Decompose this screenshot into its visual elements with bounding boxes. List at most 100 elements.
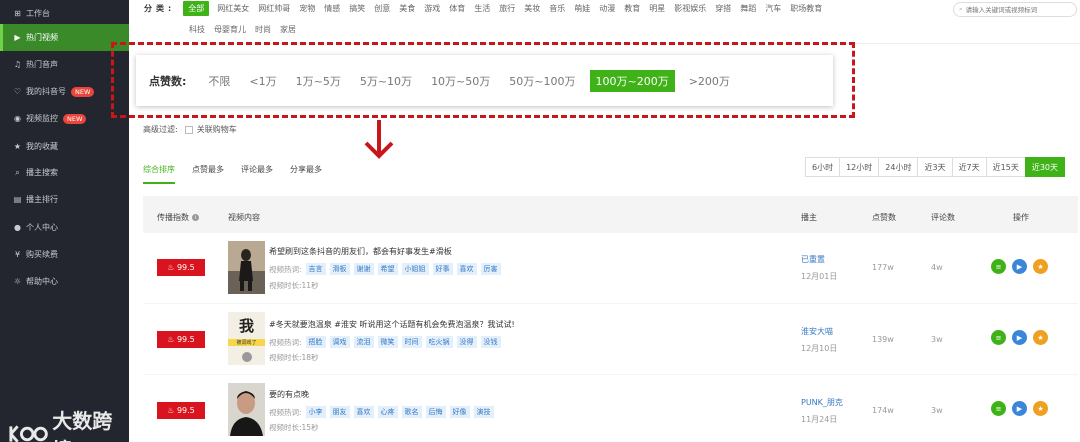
category-item[interactable]: 美食 bbox=[399, 3, 415, 14]
time-range-tab[interactable]: 24小时 bbox=[878, 157, 919, 177]
table-row[interactable]: ♨ 99.5 我 被调戏了 #冬天就要泡温泉 #淮安 听说用这个话题有机会免费泡… bbox=[143, 304, 1078, 374]
hot-word-tag[interactable]: 吉言 bbox=[305, 263, 326, 275]
sidebar-item-favorites[interactable]: ★ 我的收藏 bbox=[0, 133, 129, 160]
hot-word-tag[interactable]: 歌名 bbox=[401, 406, 422, 418]
category-item[interactable]: 全部 bbox=[183, 0, 210, 16]
video-thumbnail[interactable] bbox=[228, 241, 265, 294]
likes-option[interactable]: 不限 bbox=[208, 73, 230, 89]
sidebar-item-my-account[interactable]: ♡ 我的抖音号 NEW bbox=[0, 78, 129, 105]
category-item[interactable]: 体育 bbox=[449, 3, 465, 14]
category-item[interactable]: 旅行 bbox=[499, 3, 515, 14]
category-item[interactable]: 母婴育儿 bbox=[214, 24, 246, 35]
likes-option[interactable]: 5万~10万 bbox=[360, 73, 412, 89]
video-title[interactable]: #冬天就要泡温泉 #淮安 听说用这个话题有机会免费泡温泉？我试试! bbox=[269, 319, 515, 330]
favorite-icon[interactable]: ★ bbox=[1033, 330, 1048, 345]
time-range-tab[interactable]: 近3天 bbox=[917, 157, 953, 177]
hot-word-tag[interactable]: 喜欢 bbox=[353, 406, 374, 418]
hot-word-tag[interactable]: 调戏 bbox=[329, 336, 350, 348]
hot-word-tag[interactable]: 吃火锅 bbox=[425, 336, 453, 348]
hot-word-tag[interactable]: 演技 bbox=[473, 406, 494, 418]
hot-word-tag[interactable]: 谢谢 bbox=[353, 263, 374, 275]
category-item[interactable]: 生活 bbox=[474, 3, 490, 14]
video-title[interactable]: 要的有点晚 bbox=[269, 389, 309, 400]
favorite-icon[interactable]: ★ bbox=[1033, 259, 1048, 274]
likes-option[interactable]: >200万 bbox=[689, 73, 730, 89]
hot-word-tag[interactable]: 微笑 bbox=[377, 336, 398, 348]
category-item[interactable]: 影视娱乐 bbox=[674, 3, 706, 14]
category-item[interactable]: 美妆 bbox=[524, 3, 540, 14]
category-item[interactable]: 职场教育 bbox=[790, 3, 822, 14]
sort-tab[interactable]: 评论最多 bbox=[241, 164, 273, 184]
time-range-tab[interactable]: 近7天 bbox=[951, 157, 987, 177]
sidebar-item-purchase[interactable]: ¥ 购买续费 bbox=[0, 241, 129, 268]
category-item[interactable]: 音乐 bbox=[549, 3, 565, 14]
sort-tab[interactable]: 分享最多 bbox=[290, 164, 322, 184]
time-range-tab[interactable]: 12小时 bbox=[839, 157, 880, 177]
time-range-tab[interactable]: 6小时 bbox=[805, 157, 841, 177]
hot-word-tag[interactable]: 捂脸 bbox=[305, 336, 326, 348]
category-item[interactable]: 教育 bbox=[624, 3, 640, 14]
hot-word-tag[interactable]: 小姐姐 bbox=[401, 263, 429, 275]
video-thumbnail[interactable] bbox=[228, 383, 265, 436]
play-icon[interactable]: ▶ bbox=[1012, 259, 1027, 274]
sidebar-item-help[interactable]: ☼ 帮助中心 bbox=[0, 268, 129, 295]
category-item[interactable]: 创意 bbox=[374, 3, 390, 14]
category-item[interactable]: 宠物 bbox=[299, 3, 315, 14]
hot-word-tag[interactable]: 没钱 bbox=[480, 336, 501, 348]
hot-word-tag[interactable]: 心疼 bbox=[377, 406, 398, 418]
hot-word-tag[interactable]: 滑板 bbox=[329, 263, 350, 275]
category-item[interactable]: 明星 bbox=[649, 3, 665, 14]
category-item[interactable]: 穿搭 bbox=[715, 3, 731, 14]
sidebar-item-monitor[interactable]: ◉ 视频监控 NEW bbox=[0, 105, 129, 132]
author-link[interactable]: 已重置 bbox=[801, 254, 825, 265]
likes-option[interactable]: 50万~100万 bbox=[509, 73, 575, 89]
time-range-tab[interactable]: 近15天 bbox=[985, 157, 1026, 177]
hot-word-tag[interactable]: 好事 bbox=[432, 263, 453, 275]
info-icon[interactable]: i bbox=[192, 214, 199, 221]
play-icon[interactable]: ▶ bbox=[1012, 330, 1027, 345]
likes-option[interactable]: <1万 bbox=[249, 73, 276, 89]
hot-word-tag[interactable]: 朋友 bbox=[329, 406, 350, 418]
video-title[interactable]: 希望刷到这条抖音的朋友们，都会有好事发生#滑板 bbox=[269, 246, 452, 257]
category-item[interactable]: 科技 bbox=[189, 24, 205, 35]
category-item[interactable]: 汽车 bbox=[765, 3, 781, 14]
sidebar-item-profile[interactable]: ● 个人中心 bbox=[0, 214, 129, 241]
detail-icon[interactable]: ≡ bbox=[991, 401, 1006, 416]
table-row[interactable]: ♨ 99.5 要的有点晚 视频热词: 小李 朋友 喜欢 心疼 歌名 后悔 好像 演技 视频时长:… bbox=[143, 375, 1078, 442]
category-item[interactable]: 情感 bbox=[324, 3, 340, 14]
hot-word-tag[interactable]: 希望 bbox=[377, 263, 398, 275]
author-link[interactable]: 淮安大喵 bbox=[801, 326, 833, 337]
search-input[interactable] bbox=[965, 5, 1071, 14]
hot-word-tag[interactable]: 流泪 bbox=[353, 336, 374, 348]
sidebar-item-hot-videos[interactable]: ▶ 热门视频 bbox=[0, 24, 129, 51]
sidebar-item-author-search[interactable]: ⌕ 播主搜索 bbox=[0, 159, 129, 186]
hot-word-tag[interactable]: 时间 bbox=[401, 336, 422, 348]
category-item[interactable]: 搞笑 bbox=[349, 3, 365, 14]
sort-tab[interactable]: 综合排序 bbox=[143, 164, 175, 184]
play-icon[interactable]: ▶ bbox=[1012, 401, 1027, 416]
favorite-icon[interactable]: ★ bbox=[1033, 401, 1048, 416]
hot-word-tag[interactable]: 后悔 bbox=[425, 406, 446, 418]
category-item[interactable]: 游戏 bbox=[424, 3, 440, 14]
category-item[interactable]: 舞蹈 bbox=[740, 3, 756, 14]
author-link[interactable]: PUNK_朋克 bbox=[801, 397, 843, 408]
sidebar-item-author-ranking[interactable]: ▤ 播主排行 bbox=[0, 186, 129, 213]
video-thumbnail[interactable]: 我 被调戏了 bbox=[228, 312, 265, 365]
hot-word-tag[interactable]: 喜欢 bbox=[456, 263, 477, 275]
likes-option[interactable]: 10万~50万 bbox=[431, 73, 490, 89]
category-item[interactable]: 家居 bbox=[280, 24, 296, 35]
search-box[interactable]: ⌕ bbox=[953, 2, 1077, 17]
sidebar-item-dashboard[interactable]: ⊞ 工作台 bbox=[0, 0, 129, 27]
hot-word-tag[interactable]: 没得 bbox=[456, 336, 477, 348]
sidebar-item-hot-music[interactable]: ♫ 热门音声 bbox=[0, 51, 129, 78]
category-item[interactable]: 萌娃 bbox=[574, 3, 590, 14]
category-item[interactable]: 网红帅哥 bbox=[258, 3, 290, 14]
hot-word-tag[interactable]: 好像 bbox=[449, 406, 470, 418]
hot-word-tag[interactable]: 小李 bbox=[305, 406, 326, 418]
likes-option[interactable]: 1万~5万 bbox=[296, 73, 341, 89]
hot-word-tag[interactable]: 厉害 bbox=[480, 263, 501, 275]
detail-icon[interactable]: ≡ bbox=[991, 259, 1006, 274]
table-row[interactable]: ♨ 99.5 希望刷到这条抖音的朋友们，都会有好事发生#滑板 视频热词: 吉言 滑板… bbox=[143, 233, 1078, 303]
detail-icon[interactable]: ≡ bbox=[991, 330, 1006, 345]
likes-option[interactable]: 100万~200万 bbox=[589, 69, 675, 92]
